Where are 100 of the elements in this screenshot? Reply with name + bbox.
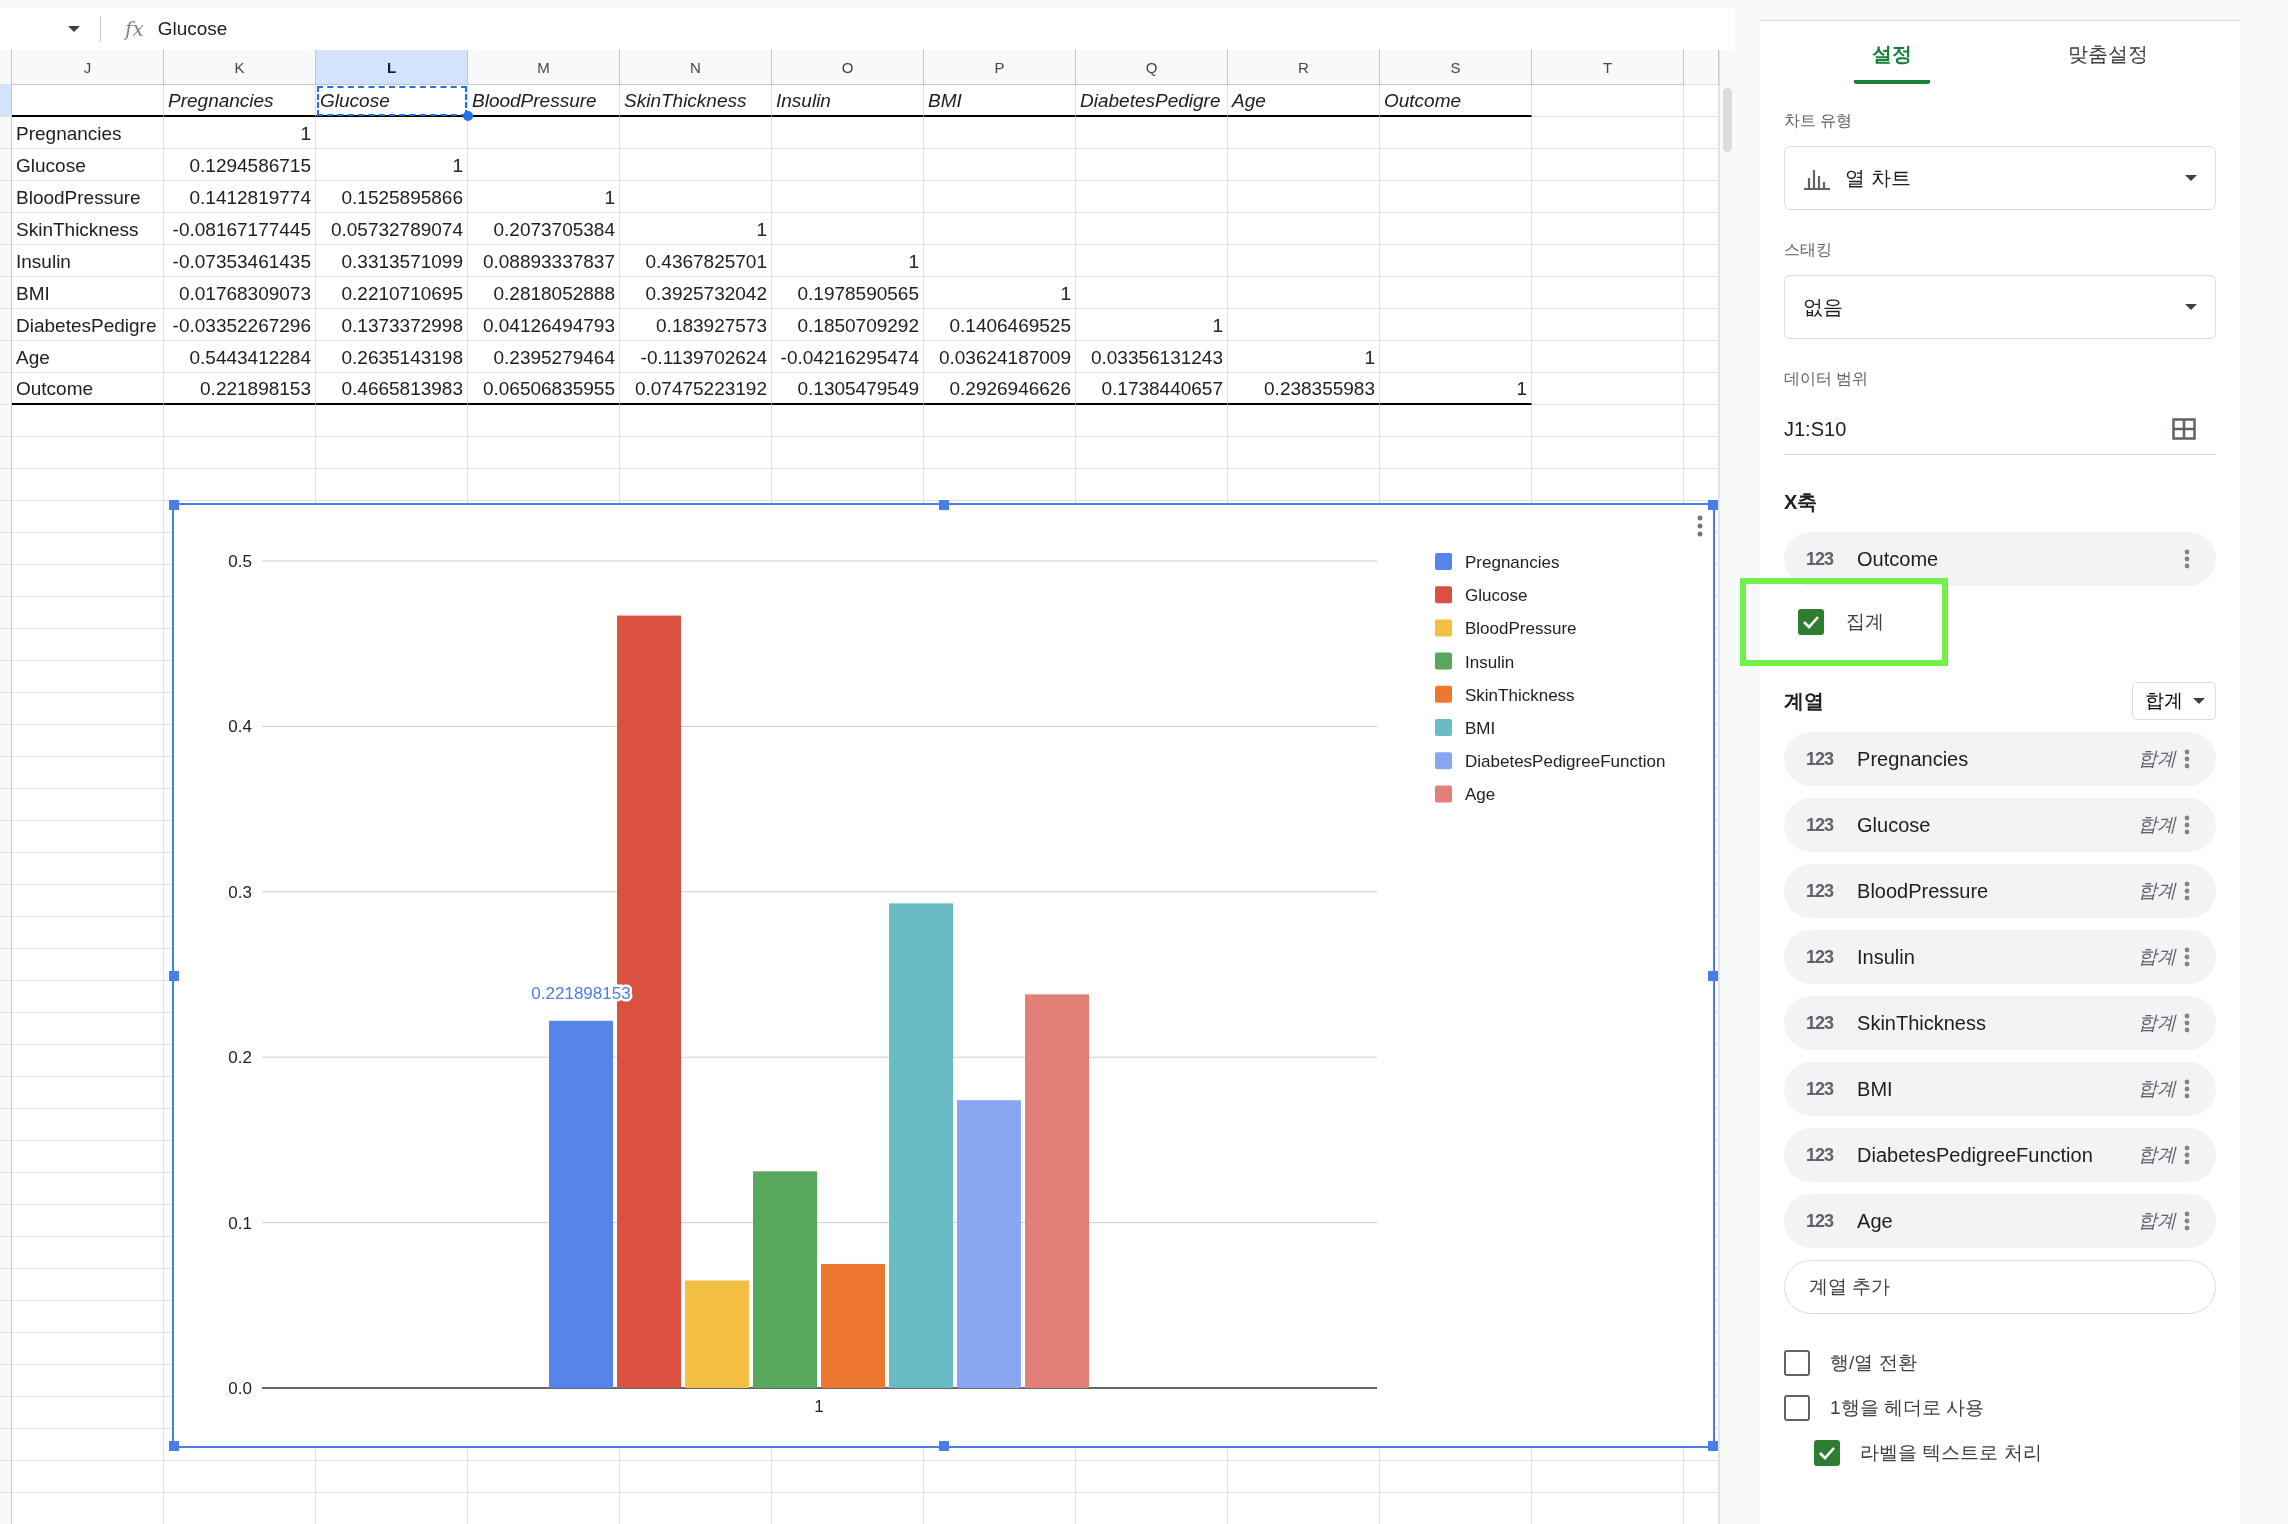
table-cell: 0.1412819774 [164, 181, 316, 213]
column-header[interactable]: T [1532, 50, 1684, 85]
column-header[interactable]: L [316, 50, 468, 85]
table-cell: BloodPressure [12, 181, 164, 213]
table-cell: -0.1139702624 [620, 341, 772, 373]
table-cell: DiabetesPedigre [12, 309, 164, 341]
legend-label: DiabetesPedigreeFunction [1465, 752, 1666, 772]
series-item[interactable]: 123 Glucose 합계 [1784, 798, 2216, 852]
checkbox-label: 집계 [1846, 610, 1884, 634]
table-cell: 0.3313571099 [316, 245, 468, 277]
table-cell: 0.1406469525 [924, 309, 1076, 341]
table-cell: 0.03624187009 [924, 341, 1076, 373]
table-cell: BloodPressure [468, 85, 620, 117]
table-cell: -0.08167177445 [164, 213, 316, 245]
table-cell: SkinThickness [12, 213, 164, 245]
column-header[interactable]: M [468, 50, 620, 85]
data-range-value[interactable]: J1:S10 [1784, 417, 2172, 441]
column-header[interactable]: N [620, 50, 772, 85]
table-cell: 0.1978590565 [772, 277, 924, 309]
stacking-dropdown[interactable]: 없음 [1784, 275, 2216, 339]
tab[interactable]: 맞춤설정 [2000, 21, 2216, 81]
axis-tick-label: 0.5 [228, 552, 252, 571]
table-cell: 0.2818052888 [468, 277, 620, 309]
legend-label: Pregnancies [1465, 553, 1560, 572]
series-item[interactable]: 123 Age 합계 [1784, 1194, 2216, 1248]
series-item[interactable]: 123 DiabetesPedigreeFunction 합계 [1784, 1128, 2216, 1182]
table-cell: Age [1228, 85, 1380, 117]
table-cell: -0.03352267296 [164, 309, 316, 341]
aggregate-dropdown[interactable]: 합계 [2132, 682, 2216, 720]
table-cell: Insulin [772, 85, 924, 117]
tab[interactable]: 설정 [1784, 21, 2000, 81]
axis-tick-label: 1 [814, 1397, 824, 1416]
formula-icon: fx [125, 17, 144, 41]
series-item[interactable]: 123 SkinThickness 합계 [1784, 996, 2216, 1050]
series-item[interactable]: 123 BMI 합계 [1784, 1062, 2216, 1116]
series-item[interactable]: 123 BloodPressure 합계 [1784, 864, 2216, 918]
table-cell: 1 [164, 117, 316, 149]
chart-type-dropdown[interactable]: 열 차트 [1784, 146, 2216, 210]
column-header[interactable]: K [164, 50, 316, 85]
table-cell: 0.2926946626 [924, 373, 1076, 405]
table-cell: 0.1294586715 [164, 149, 316, 181]
table-cell: SkinThickness [620, 85, 772, 117]
table-cell: 0.07475223192 [620, 373, 772, 405]
table-cell: 0.1525895866 [316, 181, 468, 213]
axis-tick-label: 0.2 [228, 1048, 252, 1068]
table-cell: 0.06506835955 [468, 373, 620, 405]
table-cell: 0.3925732042 [620, 277, 772, 309]
table-cell: 0.05732789074 [316, 213, 468, 245]
column-header[interactable]: R [1228, 50, 1380, 85]
legend-label: BMI [1465, 719, 1496, 738]
section-title: 계열 [1784, 688, 1824, 714]
field-label: 차트 유형 [1784, 111, 1854, 131]
table-cell: 0.2210710695 [316, 277, 468, 309]
column-header[interactable]: J [12, 50, 164, 85]
table-cell: 1 [924, 277, 1076, 309]
axis-tick-label: 0.3 [228, 882, 252, 902]
table-cell: 0.183927573 [620, 309, 772, 341]
column-header[interactable]: O [772, 50, 924, 85]
formula-value[interactable]: Glucose [157, 18, 228, 40]
column-header[interactable]: P [924, 50, 1076, 85]
aggregate-label: 합계 [2138, 1077, 2176, 1101]
table-cell: -0.07353461435 [164, 245, 316, 277]
table-cell: 0.1738440657 [1076, 373, 1228, 405]
table-cell: 0.08893337837 [468, 245, 620, 277]
series-item[interactable]: 123 Insulin 합계 [1784, 930, 2216, 984]
section-title: X축 [1784, 490, 1819, 515]
table-cell: Pregnancies [164, 85, 316, 117]
table-cell: Outcome [1380, 85, 1532, 117]
table-cell: 0.238355983 [1228, 373, 1380, 405]
aggregate-label: 합계 [2138, 813, 2176, 837]
table-cell: 0.2635143198 [316, 341, 468, 373]
table-cell: 0.1305479549 [772, 373, 924, 405]
axis-tick-label: 0.4 [228, 717, 252, 737]
column-header[interactable]: S [1380, 50, 1532, 85]
table-cell: Age [12, 341, 164, 373]
column-header[interactable]: Q [1076, 50, 1228, 85]
table-cell: 0.1373372998 [316, 309, 468, 341]
table-cell: 0.04126494793 [468, 309, 620, 341]
table-cell: 0.4367825701 [620, 245, 772, 277]
table-cell: 1 [1228, 341, 1380, 373]
checkbox-label: 1행을 헤더로 사용 [1830, 1395, 1985, 1420]
table-cell: 1 [1380, 373, 1532, 405]
table-cell: -0.04216295474 [772, 341, 924, 373]
aggregate-label: 합계 [2138, 879, 2176, 903]
add-series-button[interactable]: 계열 추가 [1784, 1260, 2216, 1314]
legend-label: SkinThickness [1465, 685, 1575, 705]
table-cell: 1 [316, 149, 468, 181]
legend-label: Glucose [1465, 586, 1528, 606]
table-cell: 0.01768309073 [164, 277, 316, 309]
axis-tick-label: 0.0 [228, 1379, 252, 1398]
table-cell: Outcome [12, 373, 164, 405]
legend-label: BloodPressure [1465, 619, 1577, 639]
table-cell: 1 [772, 245, 924, 277]
legend-label: Age [1465, 785, 1496, 805]
table-cell: 1 [1076, 309, 1228, 341]
table-cell: 0.5443412284 [164, 341, 316, 373]
x-axis-field[interactable]: 123 Outcome [1784, 532, 2216, 586]
table-cell: 0.03356131243 [1076, 341, 1228, 373]
series-item[interactable]: 123 Pregnancies 합계 [1784, 732, 2216, 786]
aggregate-label: 합계 [2138, 1011, 2176, 1035]
